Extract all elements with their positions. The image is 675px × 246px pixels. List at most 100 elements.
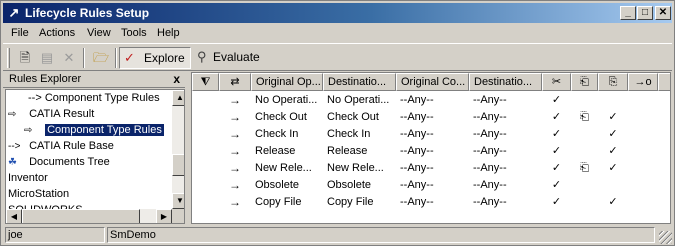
column-header-destination-operation[interactable]: Destinatio... — [323, 73, 396, 91]
table-row[interactable]: → Check Out Check Out --Any-- --Any-- ✓ … — [192, 109, 670, 126]
menu-view[interactable]: View — [83, 26, 115, 40]
copy-icon[interactable] — [571, 143, 598, 160]
title-bar[interactable]: ↗ Lifecycle Rules Setup _ □ ✕ — [3, 3, 672, 23]
cell-destination-condition[interactable]: --Any-- — [469, 177, 542, 194]
pane-close-icon[interactable]: x — [173, 72, 180, 86]
cell-destination-condition[interactable]: --Any-- — [469, 194, 542, 211]
cell-destination-operation[interactable]: Obsolete — [323, 177, 396, 194]
column-header-original-operation[interactable]: Original Op... — [251, 73, 323, 91]
copy-icon[interactable] — [571, 126, 598, 143]
cell-destination-operation[interactable]: Copy File — [323, 194, 396, 211]
scroll-left-icon[interactable]: ◀ — [6, 209, 22, 223]
scroll-down-icon[interactable]: ▼ — [172, 193, 184, 209]
cell-original-operation[interactable]: Obsolete — [251, 177, 323, 194]
swap-column-header-icon[interactable]: ⇄ — [219, 73, 251, 91]
pane-splitter[interactable] — [185, 72, 190, 224]
cell-destination-operation[interactable]: Check In — [323, 126, 396, 143]
menu-tools[interactable]: Tools — [117, 26, 151, 40]
cell-original-operation[interactable]: Release — [251, 143, 323, 160]
cell-destination-operation[interactable]: No Operati... — [323, 92, 396, 109]
tree-item[interactable]: ☘ Documents Tree — [8, 155, 110, 170]
check-icon[interactable]: ✓ — [542, 143, 571, 160]
cell-original-condition[interactable]: --Any-- — [396, 143, 469, 160]
menu-file[interactable]: File — [7, 26, 33, 40]
scroll-thumb[interactable] — [22, 209, 140, 223]
delete-icon[interactable]: ✕ — [59, 48, 79, 68]
toolbar-grip[interactable] — [7, 48, 10, 68]
check-icon[interactable]: ✓ — [598, 160, 628, 177]
tree-item[interactable]: ⇨ CATIA Result — [8, 107, 94, 122]
check-icon[interactable]: ✓ — [542, 177, 571, 194]
check-icon[interactable]: ✓ — [542, 92, 571, 109]
scroll-thumb[interactable] — [172, 154, 184, 176]
menu-actions[interactable]: Actions — [35, 26, 79, 40]
table-row[interactable]: → New Rele... New Rele... --Any-- --Any-… — [192, 160, 670, 177]
filter-column-header-icon[interactable]: ⧨ — [192, 73, 219, 91]
link-column-header-icon[interactable]: →o — [628, 73, 658, 91]
tree-vertical-scrollbar[interactable]: ▲ ▼ — [172, 90, 184, 209]
check-icon[interactable] — [598, 177, 628, 194]
cell-original-operation[interactable]: Check Out — [251, 109, 323, 126]
cell-original-operation[interactable]: Check In — [251, 126, 323, 143]
cell-destination-condition[interactable]: --Any-- — [469, 92, 542, 109]
copy-icon[interactable] — [571, 92, 598, 109]
tree-item-selected[interactable]: ⇨ Component Type Rules — [24, 123, 164, 138]
cell-original-condition[interactable]: --Any-- — [396, 160, 469, 177]
table-row[interactable]: → Obsolete Obsolete --Any-- --Any-- ✓ — [192, 177, 670, 194]
table-row[interactable]: → Check In Check In --Any-- --Any-- ✓ ✓ — [192, 126, 670, 143]
cell-original-operation[interactable]: No Operati... — [251, 92, 323, 109]
scroll-right-icon[interactable]: ▶ — [156, 209, 172, 223]
new-document-icon[interactable]: 🗎 — [15, 48, 35, 68]
properties-icon[interactable]: ▤ — [37, 48, 57, 68]
cell-original-condition[interactable]: --Any-- — [396, 194, 469, 211]
tree-item[interactable]: --> CATIA Rule Base — [8, 139, 114, 154]
check-icon[interactable]: ✓ — [542, 126, 571, 143]
column-header-destination-condition[interactable]: Destinatio... — [469, 73, 542, 91]
copy-icon[interactable] — [571, 177, 598, 194]
tools-column-header-icon[interactable]: ✂ — [542, 73, 571, 91]
check-icon[interactable]: ✓ — [542, 109, 571, 126]
scroll-up-icon[interactable]: ▲ — [172, 90, 184, 106]
table-row[interactable]: → No Operati... No Operati... --Any-- --… — [192, 92, 670, 109]
cell-original-condition[interactable]: --Any-- — [396, 177, 469, 194]
cell-destination-condition[interactable]: --Any-- — [469, 109, 542, 126]
cell-destination-condition[interactable]: --Any-- — [469, 143, 542, 160]
cell-original-condition[interactable]: --Any-- — [396, 92, 469, 109]
check-icon[interactable] — [598, 92, 628, 109]
tree-item[interactable]: Inventor — [8, 171, 48, 186]
cell-destination-operation[interactable]: New Rele... — [323, 160, 396, 177]
minimize-button[interactable]: _ — [620, 6, 636, 20]
copy-icon[interactable]: ⎗ — [571, 109, 598, 126]
check-icon[interactable]: ✓ — [542, 160, 571, 177]
cell-destination-operation[interactable]: Release — [323, 143, 396, 160]
explore-button[interactable]: ✓ Explore — [119, 47, 191, 69]
check-icon[interactable]: ✓ — [598, 126, 628, 143]
evaluate-button[interactable]: ⚲ Evaluate — [193, 47, 265, 69]
column-header-original-condition[interactable]: Original Co... — [396, 73, 469, 91]
copy-all-column-header-icon[interactable]: ⎘ — [598, 73, 628, 91]
copy-icon[interactable]: ⎗ — [571, 160, 598, 177]
cell-original-condition[interactable]: --Any-- — [396, 126, 469, 143]
resize-grip[interactable] — [659, 231, 672, 244]
check-icon[interactable]: ✓ — [598, 194, 628, 211]
cell-destination-condition[interactable]: --Any-- — [469, 126, 542, 143]
tree-horizontal-scrollbar[interactable]: ◀ ▶ — [6, 209, 172, 223]
copy-icon[interactable] — [571, 194, 598, 211]
tree-item[interactable]: --> Component Type Rules — [28, 91, 160, 106]
cell-original-condition[interactable]: --Any-- — [396, 109, 469, 126]
copy-column-header-icon[interactable]: ⎗ — [571, 73, 598, 91]
table-row[interactable]: → Release Release --Any-- --Any-- ✓ ✓ — [192, 143, 670, 160]
close-button[interactable]: ✕ — [655, 6, 671, 20]
tree-item[interactable]: MicroStation — [8, 187, 69, 202]
rules-tree[interactable]: --> Component Type Rules ⇨ CATIA Result … — [5, 89, 185, 224]
maximize-button[interactable]: □ — [637, 6, 653, 20]
cell-destination-operation[interactable]: Check Out — [323, 109, 396, 126]
menu-help[interactable]: Help — [153, 26, 184, 40]
check-icon[interactable]: ✓ — [542, 194, 571, 211]
cell-destination-condition[interactable]: --Any-- — [469, 160, 542, 177]
cell-original-operation[interactable]: New Rele... — [251, 160, 323, 177]
check-icon[interactable]: ✓ — [598, 143, 628, 160]
table-row[interactable]: → Copy File Copy File --Any-- --Any-- ✓ … — [192, 194, 670, 211]
up-folder-icon[interactable]: 🗁 — [91, 48, 111, 68]
check-icon[interactable]: ✓ — [598, 109, 628, 126]
